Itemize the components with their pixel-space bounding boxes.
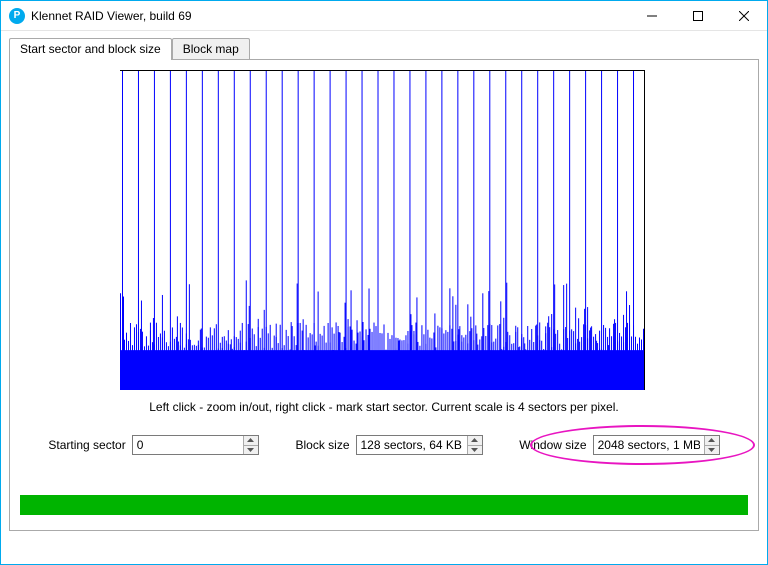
controls-row: Starting sector Block size Window size (10, 435, 758, 455)
window-size-up[interactable] (705, 436, 719, 446)
starting-sector-label: Starting sector (48, 438, 125, 452)
sector-chart[interactable] (120, 70, 645, 390)
block-size-spinner[interactable] (356, 435, 483, 455)
status-bar (20, 495, 748, 515)
titlebar: P Klennet RAID Viewer, build 69 (1, 1, 767, 31)
help-text: Left click - zoom in/out, right click - … (10, 400, 758, 414)
block-size-label: Block size (295, 438, 349, 452)
tab-start-sector[interactable]: Start sector and block size (9, 38, 172, 60)
window-size-spinner[interactable] (593, 435, 720, 455)
starting-sector-input[interactable] (133, 436, 243, 454)
starting-sector-group: Starting sector (48, 435, 258, 455)
app-icon: P (9, 8, 25, 24)
block-size-group: Block size (295, 435, 482, 455)
tab-block-map[interactable]: Block map (172, 38, 250, 59)
tabstrip: Start sector and block size Block map (1, 35, 767, 59)
window-title: Klennet RAID Viewer, build 69 (31, 9, 629, 23)
close-button[interactable] (721, 1, 767, 31)
window-size-group: Window size (519, 435, 719, 455)
starting-sector-spinner[interactable] (132, 435, 259, 455)
minimize-button[interactable] (629, 1, 675, 31)
tab-panel: Left click - zoom in/out, right click - … (9, 59, 759, 531)
maximize-button[interactable] (675, 1, 721, 31)
block-size-input[interactable] (357, 436, 467, 454)
window-size-label: Window size (519, 438, 586, 452)
window-size-input[interactable] (594, 436, 704, 454)
block-size-down[interactable] (468, 446, 482, 455)
starting-sector-down[interactable] (244, 446, 258, 455)
window-size-down[interactable] (705, 446, 719, 455)
block-size-up[interactable] (468, 436, 482, 446)
starting-sector-up[interactable] (244, 436, 258, 446)
